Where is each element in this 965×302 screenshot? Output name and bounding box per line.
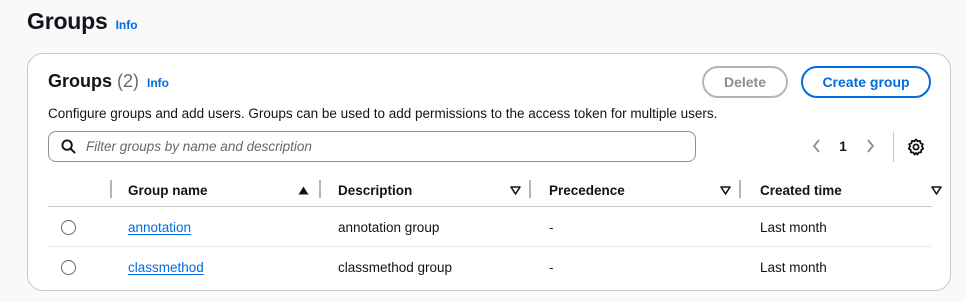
filter-field[interactable] (48, 131, 696, 162)
table-row[interactable]: annotation annotation group - Last month (48, 208, 932, 247)
group-created-time: Last month (760, 260, 827, 275)
column-divider (529, 180, 531, 198)
sort-icon[interactable] (510, 174, 521, 207)
sort-ascending-icon[interactable] (298, 174, 309, 207)
create-group-button[interactable]: Create group (801, 66, 931, 98)
group-precedence: - (549, 260, 554, 275)
group-created-time: Last month (760, 220, 827, 235)
delete-button[interactable]: Delete (702, 66, 788, 98)
column-divider (319, 180, 321, 198)
card-info-link[interactable]: Info (147, 76, 169, 90)
group-name-link[interactable]: classmethod (128, 260, 204, 275)
group-name-link[interactable]: annotation (128, 220, 191, 235)
sort-icon[interactable] (931, 174, 942, 207)
card-header: Groups (2) Info (48, 71, 169, 92)
column-divider (110, 180, 112, 198)
column-divider (739, 180, 741, 198)
filter-input[interactable] (86, 132, 695, 161)
column-header-created-time[interactable]: Created time (760, 174, 842, 207)
column-header-precedence[interactable]: Precedence (549, 174, 625, 207)
column-header-label: Group name (128, 183, 208, 198)
page-info-link[interactable]: Info (116, 18, 138, 32)
sort-icon[interactable] (720, 174, 731, 207)
table-header: Group name Description Precedence Create… (48, 174, 942, 207)
group-precedence: - (549, 220, 554, 235)
search-icon (61, 139, 76, 154)
previous-page-icon[interactable] (810, 136, 822, 156)
card-description: Configure groups and add users. Groups c… (48, 106, 718, 121)
column-header-label: Precedence (549, 183, 625, 198)
next-page-icon[interactable] (864, 136, 876, 156)
group-description: classmethod group (338, 260, 453, 275)
gear-icon[interactable] (907, 138, 925, 156)
row-select-radio[interactable] (61, 260, 76, 275)
page-header: Groups Info (27, 8, 138, 35)
page-title: Groups (27, 8, 108, 34)
page-number-button[interactable]: 1 (836, 139, 850, 154)
row-select-radio[interactable] (61, 220, 76, 235)
column-header-group-name[interactable]: Group name (128, 174, 208, 207)
groups-table-container: Groups (2) Info Delete Create group Conf… (27, 53, 951, 291)
group-description: annotation group (338, 220, 440, 235)
pagination-divider (893, 132, 894, 162)
column-header-label: Description (338, 183, 413, 198)
groups-count: (2) (117, 71, 140, 91)
column-header-description[interactable]: Description (338, 174, 412, 207)
column-header-label: Created time (760, 183, 842, 198)
pagination: 1 (810, 136, 876, 156)
card-title: Groups (48, 71, 113, 91)
table-row[interactable]: classmethod classmethod group - Last mon… (48, 248, 932, 287)
